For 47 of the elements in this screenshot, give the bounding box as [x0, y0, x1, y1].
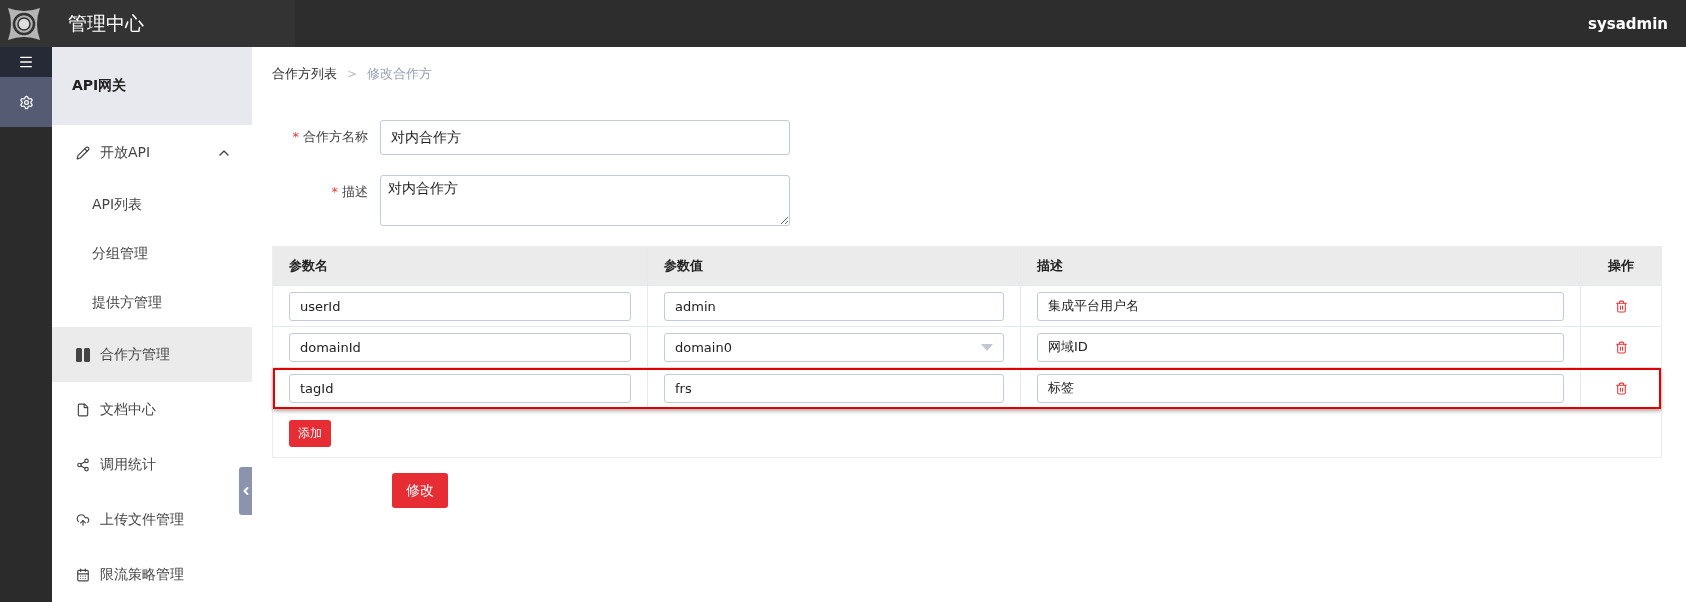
app-title: 管理中心: [68, 10, 144, 36]
sidebar-item[interactable]: 上传文件管理: [52, 492, 252, 548]
column-header: 参数值: [664, 257, 703, 275]
sidebar-item[interactable]: 限流策略管理: [52, 547, 252, 602]
submit-button[interactable]: 修改: [392, 473, 448, 508]
param-value-field[interactable]: frs: [664, 373, 1004, 403]
param-value-select[interactable]: domain0: [664, 332, 1004, 362]
user-name[interactable]: sysadmin: [1588, 14, 1668, 33]
param-name-field[interactable]: domainId: [289, 332, 631, 362]
field-label: * 描述: [330, 183, 369, 201]
sidebar-item[interactable]: 合作方管理: [52, 327, 252, 383]
sidebar-title: API网关: [52, 47, 252, 126]
share-icon: [76, 457, 90, 472]
sidebar-item[interactable]: 文档中心: [52, 382, 252, 438]
param-description-field[interactable]: 网域ID: [1037, 332, 1564, 362]
document-icon: [76, 402, 90, 417]
delete-icon[interactable]: [1614, 299, 1628, 313]
columns-icon: [76, 347, 90, 362]
param-name-field[interactable]: userId: [289, 291, 631, 321]
menu-icon[interactable]: [18, 54, 34, 70]
description-field[interactable]: 对内合作方: [380, 175, 790, 226]
column-header: 参数名: [289, 257, 328, 275]
sidebar-subitem[interactable]: 分组管理: [52, 229, 252, 279]
pencil-icon: [76, 145, 90, 160]
delete-icon[interactable]: [1614, 381, 1628, 395]
breadcrumb-separator: >: [347, 67, 358, 81]
breadcrumb-link[interactable]: 合作方列表: [272, 65, 337, 83]
param-name-field[interactable]: tagId: [289, 373, 631, 403]
field-label: * 合作方名称: [291, 128, 369, 146]
sidebar-item[interactable]: 开放API: [52, 125, 252, 181]
name-field[interactable]: 对内合作方: [380, 120, 790, 155]
column-header: 描述: [1037, 257, 1063, 275]
sidebar-subitem[interactable]: API列表: [52, 180, 252, 230]
param-description-field[interactable]: 集成平台用户名: [1037, 291, 1564, 321]
sidebar-item[interactable]: 调用统计: [52, 437, 252, 493]
dropdown-arrow-icon: [981, 343, 993, 351]
settings-icon[interactable]: [18, 94, 34, 110]
add-button[interactable]: 添加: [289, 419, 331, 447]
collapse-handle[interactable]: [239, 467, 252, 515]
sidebar-subitem[interactable]: 提供方管理: [52, 278, 252, 328]
cloud-upload-icon: [76, 512, 90, 527]
logo-icon: [8, 7, 40, 40]
calendar-icon: [76, 567, 90, 582]
delete-icon[interactable]: [1614, 340, 1628, 354]
param-description-field[interactable]: 标签: [1037, 373, 1564, 403]
column-header: 操作: [1608, 257, 1634, 275]
param-value-field[interactable]: admin: [664, 291, 1004, 321]
